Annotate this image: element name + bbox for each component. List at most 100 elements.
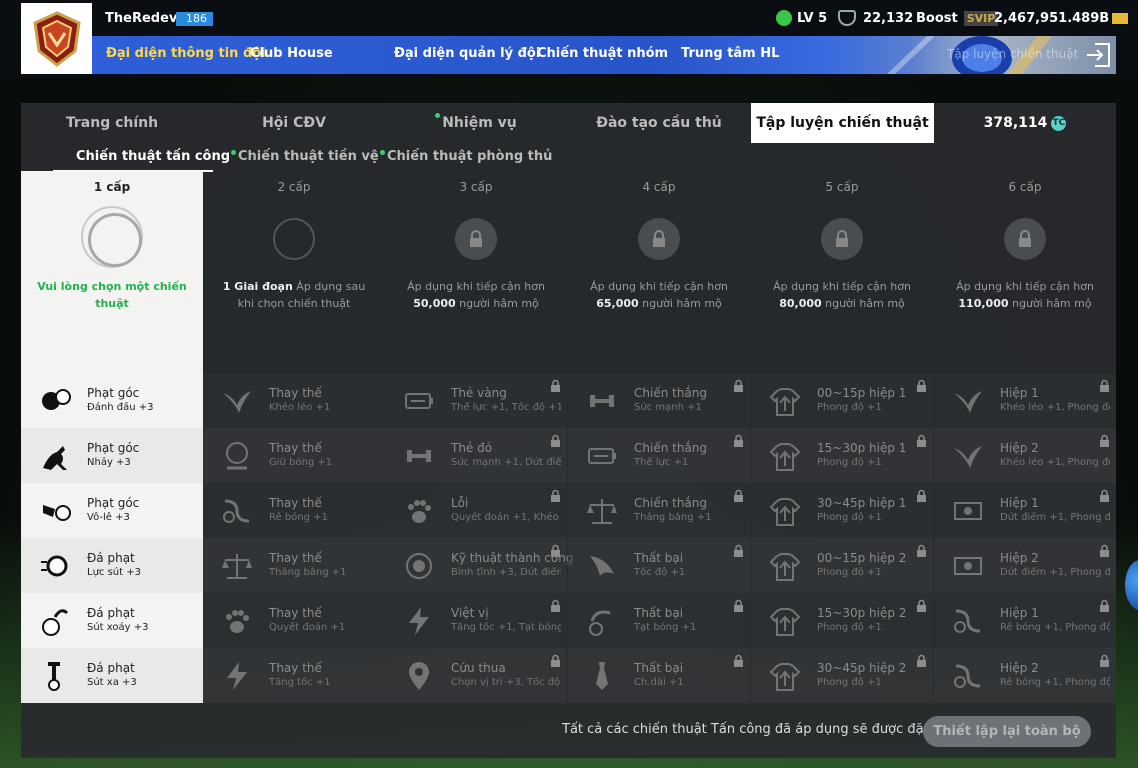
locked-tactic-cell[interactable]: 15~30p hiệp 2 Phong độ +1 xyxy=(751,593,933,648)
nav-team-tactics[interactable]: Chiến thuật nhóm xyxy=(537,46,668,61)
tab-fan-club[interactable]: Hội CĐV xyxy=(203,103,385,143)
tactic-name: Thay thế xyxy=(269,441,322,455)
locked-tactic-cell[interactable]: Lỗi Quyết đoán +1, Khéo léc xyxy=(385,483,567,538)
level-desc: Áp dụng khi tiếp cận hơn 110,000 người hâ… xyxy=(956,280,1094,310)
locked-tactic-cell[interactable]: 30~45p hiệp 1 Phong độ +1 xyxy=(751,483,933,538)
locked-tactic-cell[interactable]: Thất bại Ch.dài +1 xyxy=(568,648,750,703)
sub-tabs: Chiến thuật tấn công Chiến thuật tiền vệ… xyxy=(21,143,1116,173)
tactic-option[interactable]: Phạt góc Vô-lê +3 xyxy=(21,483,203,538)
nav-club-house[interactable]: Club House xyxy=(250,46,333,61)
subtab-attack[interactable]: Chiến thuật tấn công xyxy=(76,149,230,164)
lock-icon xyxy=(733,489,744,502)
locked-tactic-cell[interactable]: Thay thế Giữ bóng +1 xyxy=(203,428,385,483)
tactic-name: Thất bại xyxy=(634,551,684,565)
locked-tactic-cell[interactable]: 30~45p hiệp 2 Phong độ +1 xyxy=(751,648,933,703)
locked-tactic-cell[interactable]: Hiệp 2 Khéo léo +1, Phong độ + xyxy=(934,428,1116,483)
tactic-name: Hiệp 1 xyxy=(1000,606,1039,620)
locked-tactic-cell[interactable]: Chiến thắng Sức mạnh +1 xyxy=(568,373,750,428)
nav-team-info[interactable]: Đại diện thông tin đội xyxy=(106,46,266,61)
locked-tactic-cell[interactable]: Chiến thắng Thăng bằng +1 xyxy=(568,483,750,538)
locked-tactic-cell[interactable]: Hiệp 2 Dứt điểm +1, Phong độ + xyxy=(934,538,1116,593)
tactic-bonus: Ch.dài +1 xyxy=(634,677,684,688)
bird-icon xyxy=(952,385,984,417)
nav-team-management[interactable]: Đại diện quản lý đội xyxy=(394,46,540,61)
coin-balance: 378,114 TC xyxy=(983,115,1067,131)
club-logo[interactable] xyxy=(21,3,92,74)
tactic-bonus: Giữ bóng +1 xyxy=(269,457,333,468)
subtab-midfield[interactable]: Chiến thuật tiền vệ xyxy=(231,149,379,164)
smile-icon xyxy=(776,10,792,26)
shot-power-icon xyxy=(39,550,71,582)
tab-home[interactable]: Trang chính xyxy=(21,103,203,143)
lock-icon xyxy=(916,489,927,502)
tab-tactics-training[interactable]: Tập luyện chiến thuật xyxy=(751,103,934,143)
tactic-name: Chiến thắng xyxy=(634,441,708,455)
tactic-option[interactable]: Đá phạt Sút xoáy +3 xyxy=(21,593,203,648)
locked-tactic-cell[interactable]: 00~15p hiệp 1 Phong độ +1 xyxy=(751,373,933,428)
level-2-card[interactable]: 2 cấp 1 Giai đoạn Áp dụng sau khi chọn c… xyxy=(203,171,385,373)
user-level-badge: 186 xyxy=(176,12,213,26)
tactic-bonus: Khéo léo +1, Phong độ + xyxy=(1000,402,1110,413)
battery-icon xyxy=(586,440,618,472)
lock-icon xyxy=(1099,599,1110,612)
subtab-defense[interactable]: Chiến thuật phòng thủ xyxy=(380,149,552,164)
tactic-name: Hiệp 2 xyxy=(1000,551,1039,565)
level-1-card[interactable]: 1 cấp Vui lòng chọn một chiến thuật xyxy=(21,171,203,373)
nav-training-center[interactable]: Trung tâm HL xyxy=(681,46,779,61)
locked-tactic-cell[interactable]: Hiệp 1 Dứt điểm +1, Phong độ + xyxy=(934,483,1116,538)
tactic-name: 30~45p hiệp 1 xyxy=(817,496,907,510)
locked-tactic-cell[interactable]: Thay thế Rê bóng +1 xyxy=(203,483,385,538)
jersey-up-icon xyxy=(769,605,801,637)
locked-tactic-cell[interactable]: Thay thế Khéo léo +1 xyxy=(203,373,385,428)
tactic-name: Phạt góc xyxy=(87,441,140,455)
lock-icon xyxy=(1099,489,1110,502)
tactic-name: Lỗi xyxy=(451,496,469,510)
locked-tactic-cell[interactable]: Thẻ đỏ Sức mạnh +1, Dứt điểm + xyxy=(385,428,567,483)
tactic-name: 00~15p hiệp 2 xyxy=(817,551,907,565)
locked-tactic-cell[interactable]: Kỹ thuật thành công Bình tĩnh +3, Dứt điể… xyxy=(385,538,573,593)
locked-tactic-cell[interactable]: Cứu thua Chọn vị trí +3, Tốc độ +2 xyxy=(385,648,567,703)
tactic-option[interactable]: Phạt góc Nhảy +3 xyxy=(21,428,203,483)
level-4-card[interactable]: 4 cấp Áp dụng khi tiếp cận hơn 65,000 ngư… xyxy=(568,171,750,373)
reset-all-button[interactable]: Thiết lập lại toàn bộ xyxy=(923,716,1091,747)
level-6-card[interactable]: 6 cấp Áp dụng khi tiếp cận hơn 110,000 ng… xyxy=(934,171,1116,373)
tactic-bonus: Lực sút +3 xyxy=(87,567,141,578)
tab-missions[interactable]: Nhiệm vụ xyxy=(385,103,567,143)
level-3-card[interactable]: 3 cấp Áp dụng khi tiếp cận hơn 50,000 ngư… xyxy=(385,171,567,373)
tactic-bonus: Thăng bằng +1 xyxy=(269,567,347,578)
lv-text: LV 5 xyxy=(797,10,828,26)
pin-icon xyxy=(403,660,435,692)
dribble-icon xyxy=(952,660,984,692)
level-title: 1 cấp xyxy=(93,180,131,194)
locked-tactic-cell[interactable]: Thẻ vàng Thể lực +1, Tốc độ +1 xyxy=(385,373,567,428)
locked-tactic-cell[interactable]: 15~30p hiệp 1 Phong độ +1 xyxy=(751,428,933,483)
locked-tactic-cell[interactable]: Hiệp 2 Rê bóng +1, Phong độ +1 xyxy=(934,648,1116,703)
locked-tactic-cell[interactable]: Hiệp 1 Khéo léo +1, Phong độ + xyxy=(934,373,1116,428)
tactic-bonus: Tốc độ +1 xyxy=(634,567,686,578)
tactic-option[interactable]: Phạt góc Đánh đầu +3 xyxy=(21,373,203,428)
locked-tactic-cell[interactable]: Chiến thắng Thể lực +1 xyxy=(568,428,750,483)
tab-player-training[interactable]: Đào tạo cầu thủ xyxy=(568,103,750,143)
level-5-card[interactable]: 5 cấp Áp dụng khi tiếp cận hơn 80,000 ngư… xyxy=(751,171,933,373)
jersey-up-icon xyxy=(769,495,801,527)
tactic-bonus: Nhảy +3 xyxy=(87,457,131,468)
tactic-bonus: Sức mạnh +1, Dứt điểm + xyxy=(451,457,561,468)
bp-balance[interactable]: 2,467,951.489B xyxy=(994,8,1129,28)
main-tabs: Trang chính Hội CĐV Nhiệm vụ Đào tạo cầu… xyxy=(21,103,1116,143)
tactic-bonus: Vô-lê +3 xyxy=(87,512,130,523)
tactic-bonus: Thể lực +1, Tốc độ +1 xyxy=(451,402,561,413)
locked-tactic-cell[interactable]: Thất bại Tốc độ +1 xyxy=(568,538,750,593)
locked-tactic-cell[interactable]: Thất bại Tạt bóng +1 xyxy=(568,593,750,648)
locked-tactic-cell[interactable]: Thay thế Tăng tốc +1 xyxy=(203,648,385,703)
locked-tactic-cell[interactable]: Thay thế Thăng bằng +1 xyxy=(203,538,385,593)
tactic-bonus: Bình tĩnh +3, Dứt điểm + xyxy=(451,567,561,578)
locked-tactic-cell[interactable]: Hiệp 1 Rê bóng +1, Phong độ +1 xyxy=(934,593,1116,648)
tactic-option[interactable]: Đá phạt Lực sút +3 xyxy=(21,538,203,593)
empty-slot-ring[interactable] xyxy=(81,206,143,268)
lock-icon xyxy=(733,379,744,392)
tactic-option[interactable]: Đá phạt Sút xa +3 xyxy=(21,648,203,703)
locked-tactic-cell[interactable]: Thay thế Quyết đoán +1 xyxy=(203,593,385,648)
locked-tactic-cell[interactable]: 00~15p hiệp 2 Phong độ +1 xyxy=(751,538,933,593)
locked-tactic-cell[interactable]: Việt vị Tăng tốc +1, Tạt bóng + xyxy=(385,593,567,648)
exit-button[interactable] xyxy=(1083,40,1113,70)
